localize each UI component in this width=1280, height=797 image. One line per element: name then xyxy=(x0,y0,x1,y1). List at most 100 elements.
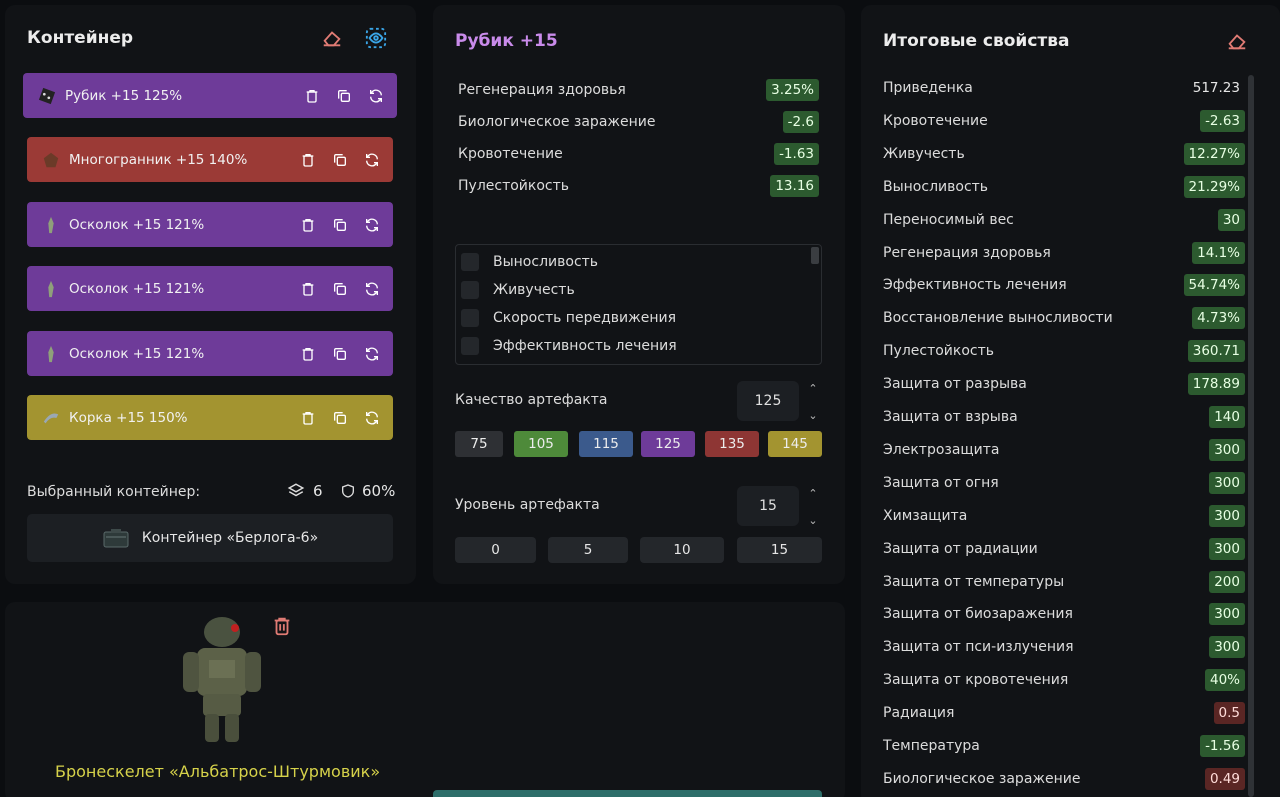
artifact-item[interactable]: Осколок +15 121% xyxy=(27,266,393,311)
refresh-icon[interactable] xyxy=(363,345,381,363)
shard-artifact-icon xyxy=(41,215,61,235)
totals-scrollbar[interactable] xyxy=(1248,75,1254,797)
stat-label: Защита от разрыва xyxy=(883,376,1027,393)
checkbox-option[interactable]: Эффективность лечения xyxy=(456,334,677,358)
eraser-icon[interactable] xyxy=(1225,29,1249,53)
armor-action-bar[interactable] xyxy=(433,790,822,797)
quality-input[interactable]: 125 xyxy=(737,381,799,421)
stat-label: Биологическое заражение xyxy=(458,114,656,130)
total-stat-row: Защита от пси-излучения 300 xyxy=(883,635,1245,659)
refresh-icon[interactable] xyxy=(367,87,385,105)
property-checkbox-list[interactable]: Выносливость Живучесть Скорость передвижен… xyxy=(455,244,822,365)
trash-icon[interactable] xyxy=(270,614,294,638)
quality-label: Качество артефакта xyxy=(455,392,608,408)
quality-preset-chip[interactable]: 125 xyxy=(641,431,695,457)
copy-icon[interactable] xyxy=(335,87,353,105)
stat-label: Защита от пси-излучения xyxy=(883,639,1074,656)
trash-icon[interactable] xyxy=(299,280,317,298)
quality-stepper[interactable]: ⌃ ⌄ xyxy=(806,382,820,422)
checkbox-label: Эффективность лечения xyxy=(493,338,677,354)
stat-value-badge: 0.5 xyxy=(1213,702,1245,725)
stat-value-badge: 13.16 xyxy=(770,175,819,197)
eraser-icon[interactable] xyxy=(320,26,344,50)
artifact-item-label: Многогранник +15 140% xyxy=(69,151,248,168)
stat-value-badge: 300 xyxy=(1209,537,1245,560)
checkbox-option[interactable]: Выносливость xyxy=(456,250,598,274)
trash-icon[interactable] xyxy=(299,345,317,363)
artifact-item-actions xyxy=(299,395,381,440)
layers-icon xyxy=(287,483,305,497)
refresh-icon[interactable] xyxy=(363,216,381,234)
trash-icon[interactable] xyxy=(303,87,321,105)
artifact-item-label: Корка +15 150% xyxy=(69,409,188,426)
quality-preset-chip[interactable]: 75 xyxy=(455,431,503,457)
copy-icon[interactable] xyxy=(331,216,349,234)
checkbox[interactable] xyxy=(461,337,479,355)
stat-value-badge: 12.27% xyxy=(1183,142,1245,165)
level-input[interactable]: 15 xyxy=(737,486,799,526)
stat-label: Радиация xyxy=(883,705,955,722)
artifact-item[interactable]: Рубик +15 125% xyxy=(23,73,397,118)
stat-value-badge: 517.23 xyxy=(1192,80,1240,96)
stat-value-badge: 360.71 xyxy=(1187,340,1245,363)
artifact-stat-row: Пулестойкость 13.16 xyxy=(458,174,819,198)
refresh-icon[interactable] xyxy=(363,280,381,298)
artifact-item-label: Осколок +15 121% xyxy=(69,280,205,297)
artifact-item[interactable]: Многогранник +15 140% xyxy=(27,137,393,182)
refresh-icon[interactable] xyxy=(363,151,381,169)
quality-preset-chip[interactable]: 145 xyxy=(768,431,822,457)
artifact-item[interactable]: Корка +15 150% xyxy=(27,395,393,440)
copy-icon[interactable] xyxy=(331,345,349,363)
armor-panel: Бронескелет «Альбатрос-Штурмовик» xyxy=(5,602,845,797)
total-stat-row: Химзащита 300 xyxy=(883,504,1245,528)
shield-icon xyxy=(342,484,354,498)
chevron-down-icon[interactable]: ⌄ xyxy=(808,514,817,527)
chevron-up-icon[interactable]: ⌃ xyxy=(808,382,817,395)
container-name: Контейнер «Берлога-6» xyxy=(141,530,319,546)
checkbox[interactable] xyxy=(461,281,479,299)
total-stat-row: Выносливость 21.29% xyxy=(883,175,1245,199)
slots-indicator: 6 xyxy=(287,482,323,500)
quality-preset-chip[interactable]: 115 xyxy=(579,431,633,457)
container-case-icon xyxy=(103,529,129,548)
stat-value-badge: -2.63 xyxy=(1200,109,1245,132)
checkbox[interactable] xyxy=(461,309,479,327)
list-scrollbar[interactable] xyxy=(811,247,819,264)
chevron-down-icon[interactable]: ⌄ xyxy=(808,409,817,422)
total-stat-row: Защита от температуры 200 xyxy=(883,570,1245,594)
quality-preset-chip[interactable]: 105 xyxy=(514,431,568,457)
stat-label: Живучесть xyxy=(883,145,965,162)
trash-icon[interactable] xyxy=(299,151,317,169)
shard-artifact-icon xyxy=(41,344,61,364)
artifact-item[interactable]: Осколок +15 121% xyxy=(27,331,393,376)
rubik-artifact-icon xyxy=(37,86,57,106)
total-stat-row: Пулестойкость 360.71 xyxy=(883,339,1245,363)
checkbox[interactable] xyxy=(461,253,479,271)
level-preset-chip[interactable]: 10 xyxy=(640,537,724,563)
stat-value-badge: 300 xyxy=(1209,636,1245,659)
level-preset-chip[interactable]: 5 xyxy=(548,537,628,563)
level-preset-chip[interactable]: 15 xyxy=(737,537,822,563)
checkbox-option[interactable]: Живучесть xyxy=(456,278,575,302)
chevron-up-icon[interactable]: ⌃ xyxy=(808,487,817,500)
eye-icon[interactable] xyxy=(364,26,388,50)
crust-artifact-icon xyxy=(41,408,61,428)
checkbox-option[interactable]: Скорость передвижения xyxy=(456,306,676,330)
artifact-item-label: Осколок +15 121% xyxy=(69,345,205,362)
shard-artifact-icon xyxy=(41,279,61,299)
artifact-item-actions xyxy=(299,266,381,311)
copy-icon[interactable] xyxy=(331,280,349,298)
level-stepper[interactable]: ⌃ ⌄ xyxy=(806,487,820,527)
level-preset-chip[interactable]: 0 xyxy=(455,537,536,563)
copy-icon[interactable] xyxy=(331,409,349,427)
artifact-item[interactable]: Осколок +15 121% xyxy=(27,202,393,247)
trash-icon[interactable] xyxy=(299,409,317,427)
refresh-icon[interactable] xyxy=(363,409,381,427)
stat-value-badge: 0.49 xyxy=(1204,767,1245,790)
copy-icon[interactable] xyxy=(331,151,349,169)
quality-preset-chip[interactable]: 135 xyxy=(705,431,759,457)
stat-value-badge: 178.89 xyxy=(1187,373,1245,396)
trash-icon[interactable] xyxy=(299,216,317,234)
stat-label: Температура xyxy=(883,738,980,754)
container-select-button[interactable]: Контейнер «Берлога-6» xyxy=(27,514,393,562)
